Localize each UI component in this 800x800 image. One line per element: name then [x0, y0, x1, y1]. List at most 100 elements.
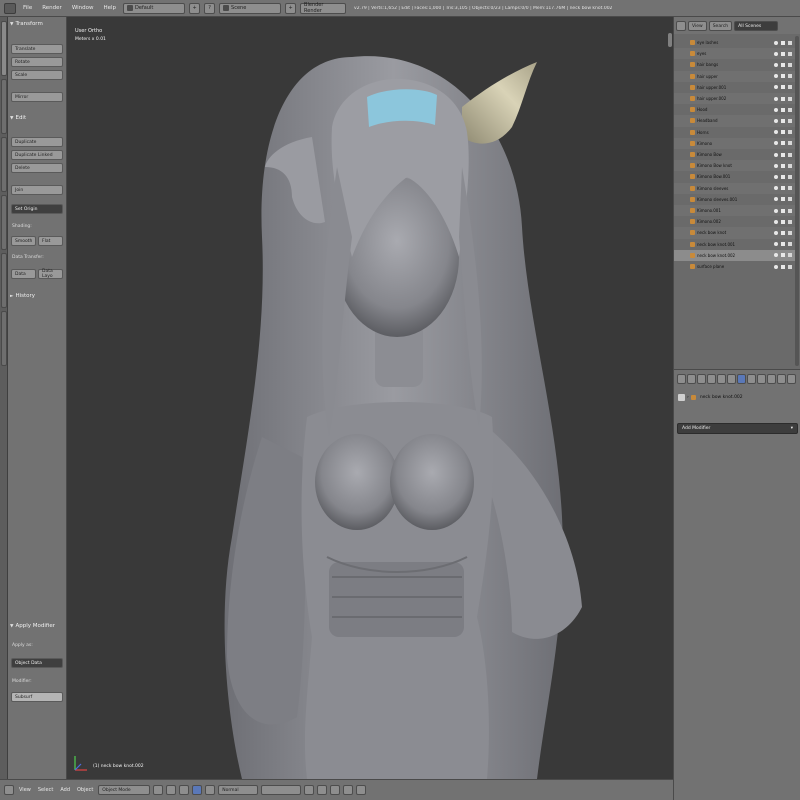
outliner-item[interactable]: neck bow knot.001	[674, 239, 795, 250]
duplicate-linked-button[interactable]: Duplicate Linked	[11, 150, 63, 160]
proportional-edit-icon[interactable]	[317, 785, 328, 795]
manipulator-toggle-icon[interactable]	[179, 785, 190, 795]
add-modifier-dropdown[interactable]: Add Modifier ▾	[677, 423, 798, 434]
pivot-point-icon[interactable]	[166, 785, 177, 795]
selectable-arrow-icon[interactable]	[781, 253, 785, 258]
menu-file[interactable]: File	[20, 5, 35, 11]
render-camera-icon[interactable]	[788, 130, 792, 135]
set-origin-dropdown[interactable]: Set Origin	[11, 204, 63, 214]
layer-grid-icon[interactable]	[261, 785, 302, 795]
selectable-arrow-icon[interactable]	[781, 208, 785, 213]
render-camera-icon[interactable]	[788, 96, 792, 101]
data-tab-icon[interactable]	[747, 374, 756, 384]
menu-view[interactable]: View	[17, 787, 33, 793]
outliner-item[interactable]: Kimono.002	[674, 216, 795, 227]
render-camera-icon[interactable]	[788, 264, 792, 269]
render-camera-icon[interactable]	[788, 107, 792, 112]
selectable-arrow-icon[interactable]	[781, 130, 785, 135]
tab-tools[interactable]	[1, 21, 7, 76]
mode-dropdown[interactable]: Object Mode	[98, 785, 151, 795]
outliner-item[interactable]: Horns	[674, 127, 795, 138]
selectable-arrow-icon[interactable]	[781, 96, 785, 101]
selectable-arrow-icon[interactable]	[781, 186, 785, 191]
render-preview-icon[interactable]	[356, 785, 367, 795]
selectable-arrow-icon[interactable]	[781, 174, 785, 179]
render-tab-icon[interactable]	[677, 374, 686, 384]
selectable-arrow-icon[interactable]	[781, 118, 785, 123]
visibility-eye-icon[interactable]	[774, 197, 778, 202]
visibility-eye-icon[interactable]	[774, 130, 778, 135]
particles-tab-icon[interactable]	[777, 374, 786, 384]
menu-help[interactable]: Help	[101, 5, 120, 11]
visibility-eye-icon[interactable]	[774, 40, 778, 45]
duplicate-button[interactable]: Duplicate	[11, 137, 63, 147]
menu-window[interactable]: Window	[69, 5, 97, 11]
selectable-arrow-icon[interactable]	[781, 74, 785, 79]
visibility-eye-icon[interactable]	[774, 242, 778, 247]
visibility-eye-icon[interactable]	[774, 253, 778, 258]
outliner-item[interactable]: Kimono	[674, 137, 795, 149]
data-layout-button[interactable]: Data Layo	[38, 269, 63, 279]
editor-type-icon[interactable]	[4, 2, 16, 14]
viewport-plus-icon[interactable]	[668, 33, 672, 47]
selectable-arrow-icon[interactable]	[781, 197, 785, 202]
render-camera-icon[interactable]	[788, 141, 792, 146]
tab-relations[interactable]	[1, 137, 7, 192]
visibility-eye-icon[interactable]	[774, 208, 778, 213]
outliner-item[interactable]: neck bow knot.002	[674, 249, 795, 261]
render-engine-dropdown[interactable]: Blender Render	[300, 2, 347, 14]
selectable-arrow-icon[interactable]	[781, 163, 785, 168]
history-panel-header[interactable]: ► History	[10, 293, 35, 299]
outliner-tab-search[interactable]: Search	[708, 21, 733, 31]
selectable-arrow-icon[interactable]	[781, 40, 785, 45]
rotate-manipulator-icon[interactable]	[205, 785, 216, 795]
flat-button[interactable]: Flat	[38, 236, 63, 246]
visibility-eye-icon[interactable]	[774, 62, 778, 67]
outliner-item[interactable]: hair upper.001	[674, 82, 795, 93]
constraints-tab-icon[interactable]	[727, 374, 736, 384]
outliner-item[interactable]: hair upper.002	[674, 93, 795, 105]
outliner-item[interactable]: surface plane	[674, 261, 795, 272]
selectable-arrow-icon[interactable]	[781, 85, 785, 90]
render-camera-icon[interactable]	[788, 197, 792, 202]
render-camera-icon[interactable]	[788, 242, 792, 247]
visibility-eye-icon[interactable]	[774, 107, 778, 112]
tab-physics[interactable]	[1, 253, 7, 308]
data-transfer-button[interactable]: Data	[11, 269, 36, 279]
transform-panel-header[interactable]: ▼ Transform	[10, 21, 43, 27]
selectable-arrow-icon[interactable]	[781, 141, 785, 146]
visibility-eye-icon[interactable]	[774, 152, 778, 157]
apply-modifier-panel-header[interactable]: ▼ Apply Modifier	[10, 623, 55, 629]
add-layout-button[interactable]: +	[189, 2, 201, 14]
scene-tab-icon[interactable]	[697, 374, 706, 384]
menu-select[interactable]: Select	[36, 787, 55, 793]
add-scene-button[interactable]: +	[285, 2, 297, 14]
shading-mode-icon[interactable]	[153, 785, 164, 795]
visibility-eye-icon[interactable]	[774, 230, 778, 235]
visibility-eye-icon[interactable]	[774, 141, 778, 146]
render-camera-icon[interactable]	[788, 51, 792, 56]
texture-tab-icon[interactable]	[767, 374, 776, 384]
outliner-item[interactable]: Kimono Bow.001	[674, 171, 795, 182]
mirror-button[interactable]: Mirror	[11, 92, 63, 102]
selectable-arrow-icon[interactable]	[781, 230, 785, 235]
visibility-eye-icon[interactable]	[774, 264, 778, 269]
outliner-item[interactable]: Kimono Bow	[674, 149, 795, 160]
screen-layout-dropdown[interactable]: Default	[123, 2, 186, 14]
outliner-display-dropdown[interactable]: All Scenes	[734, 21, 779, 31]
physics-tab-icon[interactable]	[787, 374, 796, 384]
material-tab-icon[interactable]	[757, 374, 766, 384]
visibility-eye-icon[interactable]	[774, 118, 778, 123]
snap-target-icon[interactable]	[343, 785, 354, 795]
visibility-eye-icon[interactable]	[774, 174, 778, 179]
rotate-button[interactable]: Rotate	[11, 57, 63, 67]
outliner-item[interactable]: Kimono Bow knot	[674, 160, 795, 172]
visibility-eye-icon[interactable]	[774, 219, 778, 224]
visibility-eye-icon[interactable]	[774, 186, 778, 191]
translate-manipulator-icon[interactable]	[192, 785, 203, 795]
render-camera-icon[interactable]	[788, 208, 792, 213]
menu-add[interactable]: Add	[58, 787, 72, 793]
visibility-eye-icon[interactable]	[774, 163, 778, 168]
menu-object[interactable]: Object	[75, 787, 95, 793]
editor-type-icon[interactable]	[4, 785, 14, 795]
